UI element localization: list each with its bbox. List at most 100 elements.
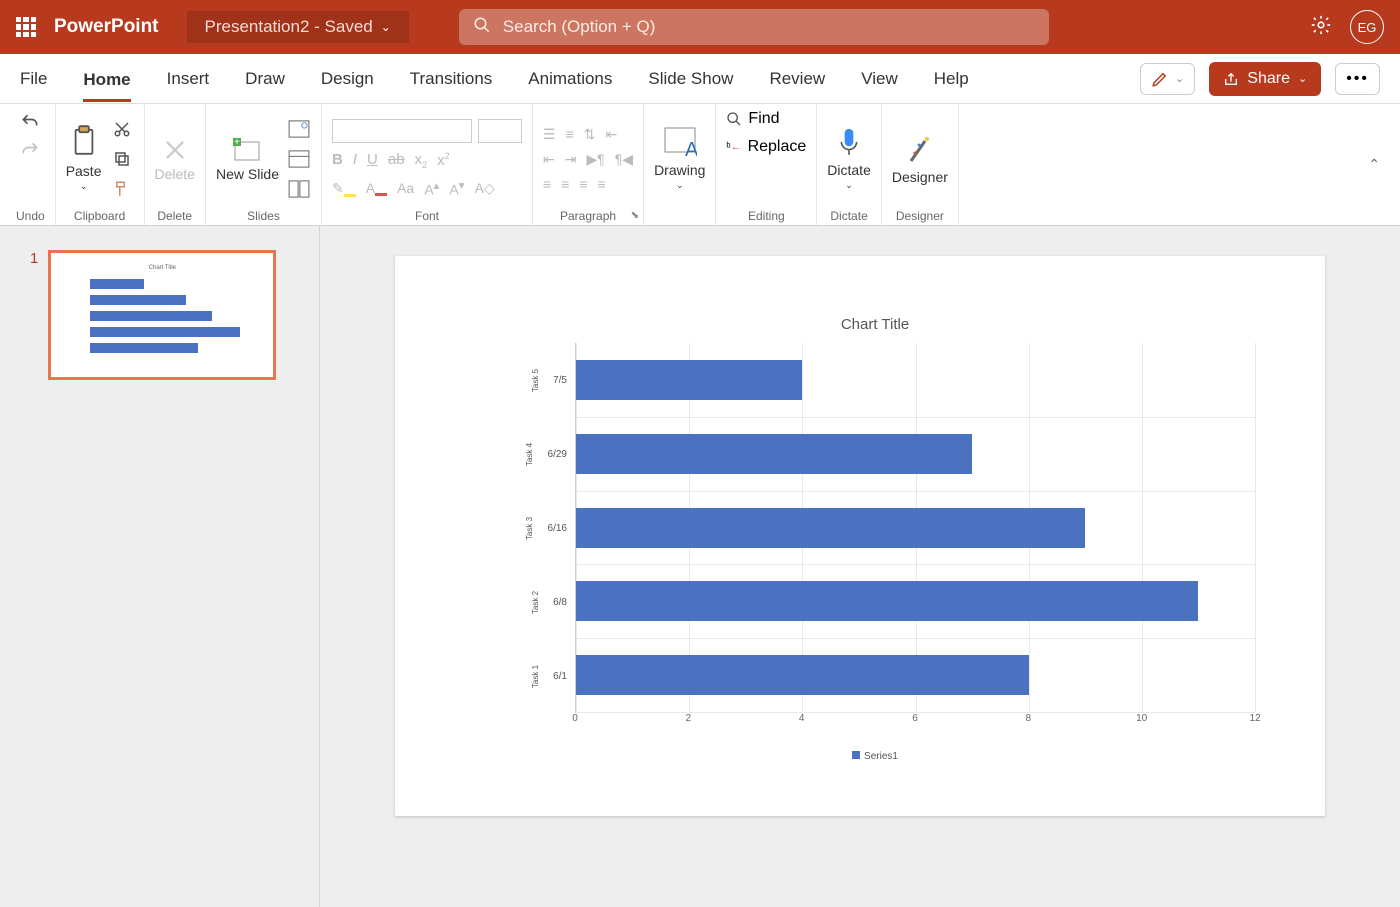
document-title: Presentation2 - Saved: [205, 17, 373, 37]
change-case-icon[interactable]: Aa: [397, 180, 414, 196]
mini-chart-title: Chart Title: [149, 265, 176, 271]
main-area: 1 Chart Title Chart Title Task 16/1Task …: [0, 226, 1400, 907]
svg-text:+: +: [235, 137, 241, 148]
search-bar[interactable]: [459, 9, 1049, 45]
group-designer-label: Designer: [896, 209, 944, 223]
user-initials: EG: [1358, 20, 1377, 35]
tab-draw[interactable]: Draw: [245, 65, 285, 93]
chevron-down-icon: ⌄: [676, 180, 684, 191]
chart-legend: Series1: [495, 751, 1255, 762]
slide-thumbnail[interactable]: Chart Title: [48, 250, 276, 380]
clear-format-icon[interactable]: A◇: [475, 180, 495, 197]
strike-icon[interactable]: ab: [388, 151, 405, 170]
new-slide-label: New Slide: [216, 167, 279, 182]
highlight-color-icon[interactable]: ✎: [332, 180, 356, 197]
justify-icon[interactable]: ≡: [598, 176, 606, 192]
group-dictate-label: Dictate: [830, 209, 867, 223]
chart-x-axis: 024681012: [575, 713, 1255, 733]
search-input[interactable]: [503, 17, 1035, 37]
bold-icon[interactable]: B: [332, 151, 343, 170]
chevron-down-icon: ⌄: [845, 180, 853, 191]
redo-icon[interactable]: [18, 138, 42, 162]
reset-icon[interactable]: [287, 147, 311, 171]
font-size-select[interactable]: [478, 119, 522, 143]
find-button[interactable]: Find: [726, 110, 779, 128]
subscript-icon[interactable]: x2: [415, 151, 428, 170]
underline-icon[interactable]: U: [367, 151, 378, 170]
svg-text:A: A: [685, 139, 697, 160]
tab-home[interactable]: Home: [83, 66, 130, 102]
shrink-font-icon[interactable]: A▾: [449, 178, 464, 198]
drawing-label: Drawing: [654, 162, 705, 178]
indent-right-icon[interactable]: ⇥: [565, 151, 577, 168]
tab-help[interactable]: Help: [934, 65, 969, 93]
superscript-icon[interactable]: x2: [437, 151, 450, 170]
tab-transitions[interactable]: Transitions: [410, 65, 493, 93]
designer-button[interactable]: Designer: [892, 133, 948, 185]
more-options-button[interactable]: •••: [1335, 63, 1380, 95]
align-center-icon[interactable]: ≡: [561, 176, 569, 192]
section-icon[interactable]: [287, 177, 311, 201]
numbers-icon[interactable]: ≡: [566, 126, 574, 143]
title-bar: PowerPoint Presentation2 - Saved ⌄ EG: [0, 0, 1400, 54]
italic-icon[interactable]: I: [353, 151, 357, 170]
group-paragraph-label: Paragraph: [560, 209, 616, 223]
group-slides-label: Slides: [247, 209, 280, 223]
tab-review[interactable]: Review: [769, 65, 825, 93]
slide[interactable]: Chart Title Task 16/1Task 26/8Task 36/16…: [395, 256, 1325, 816]
replace-button[interactable]: ᵇ← Replace: [726, 138, 806, 156]
chevron-down-icon: ⌄: [1298, 72, 1307, 85]
tab-slideshow[interactable]: Slide Show: [648, 65, 733, 93]
ribbon-collapse-icon[interactable]: ⌃: [1368, 156, 1380, 173]
document-title-control[interactable]: Presentation2 - Saved ⌄: [187, 11, 409, 43]
designer-label: Designer: [892, 169, 948, 185]
app-launcher-icon[interactable]: [16, 17, 36, 37]
format-painter-icon[interactable]: [110, 177, 134, 201]
tab-design[interactable]: Design: [321, 65, 374, 93]
tab-view[interactable]: View: [861, 65, 898, 93]
chevron-down-icon: ⌄: [1175, 72, 1184, 85]
slide-canvas[interactable]: Chart Title Task 16/1Task 26/8Task 36/16…: [320, 226, 1400, 907]
cut-icon[interactable]: [110, 117, 134, 141]
mini-chart: [72, 275, 252, 365]
app-name: PowerPoint: [54, 16, 159, 38]
group-drawing-label: [678, 209, 681, 223]
align-right-icon[interactable]: ≡: [579, 176, 587, 192]
drawing-button[interactable]: A Drawing ⌄: [654, 126, 705, 191]
thumbnail-number: 1: [30, 250, 38, 380]
group-font-label: Font: [415, 209, 439, 223]
group-editing-label: Editing: [748, 209, 785, 223]
settings-icon[interactable]: [1310, 14, 1332, 41]
font-name-select[interactable]: [332, 119, 472, 143]
legend-label: Series1: [864, 751, 898, 762]
grow-font-icon[interactable]: A▴: [424, 178, 439, 198]
layout-icon[interactable]: [287, 117, 311, 141]
font-color-icon[interactable]: A: [366, 180, 387, 196]
undo-icon[interactable]: [18, 110, 42, 134]
editing-mode-button[interactable]: ⌄: [1140, 63, 1195, 95]
share-button[interactable]: Share ⌄: [1209, 62, 1321, 96]
paste-button[interactable]: Paste ⌄: [66, 125, 102, 192]
user-avatar[interactable]: EG: [1350, 10, 1384, 44]
tab-file[interactable]: File: [20, 65, 47, 93]
chart[interactable]: Chart Title Task 16/1Task 26/8Task 36/16…: [495, 316, 1255, 776]
bullets-icon[interactable]: ☰: [543, 126, 556, 143]
align-left-icon[interactable]: ≡: [543, 176, 551, 192]
rtl-icon[interactable]: ¶◀: [615, 151, 633, 168]
tab-insert[interactable]: Insert: [167, 65, 210, 93]
delete-button: Delete: [155, 136, 195, 182]
group-undo-label: Undo: [16, 209, 45, 223]
copy-icon[interactable]: [110, 147, 134, 171]
dictate-label: Dictate: [827, 162, 871, 178]
indent-left-icon[interactable]: ⇤: [543, 151, 555, 168]
dialog-launcher-icon[interactable]: ⬊: [631, 210, 639, 221]
dictate-button[interactable]: Dictate ⌄: [827, 126, 871, 191]
new-slide-button[interactable]: + New Slide: [216, 135, 279, 182]
linespacing-icon[interactable]: ⇅: [584, 126, 596, 143]
indentless-icon[interactable]: ⇤: [605, 126, 617, 143]
tab-animations[interactable]: Animations: [528, 65, 612, 93]
ltr-icon[interactable]: ▶¶: [586, 151, 604, 168]
paste-label: Paste: [66, 163, 102, 179]
thumbnail-panel[interactable]: 1 Chart Title: [0, 226, 320, 907]
search-icon: [473, 16, 491, 39]
